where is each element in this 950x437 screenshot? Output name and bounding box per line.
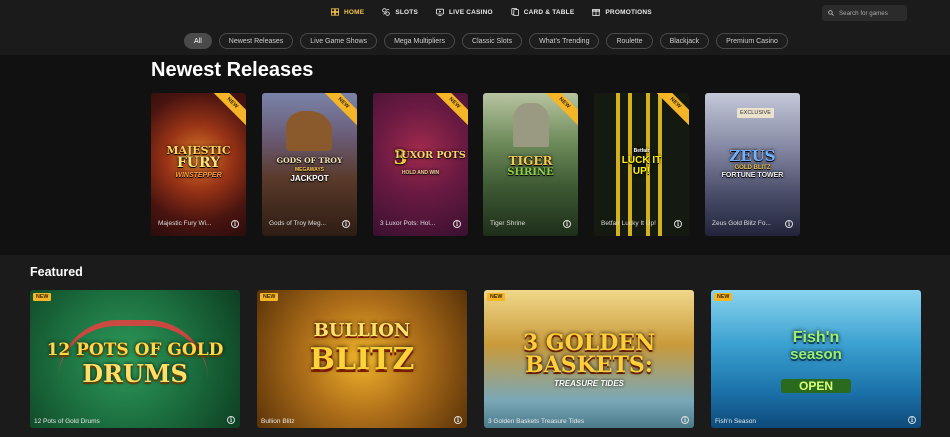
game-logo-line2: season [790, 346, 842, 363]
info-icon[interactable]: i [908, 416, 916, 424]
game-logo-line1: TIGER [508, 154, 553, 168]
game-logo-line2: BASKETS: [525, 352, 653, 378]
info-icon[interactable]: i [674, 220, 682, 228]
featured-tile-fishn-season[interactable]: Fish'n season OPEN NEW Fish'n Season i [711, 290, 921, 428]
nav-card-table[interactable]: CARD & TABLE [511, 8, 575, 16]
game-logo-line2: LUXOR POTS [395, 150, 466, 161]
exclusive-badge: EXCLUSIVE [737, 108, 774, 118]
game-name: 3 Golden Baskets Treasure Tides [488, 418, 585, 425]
game-logo-line3: OPEN [781, 379, 851, 393]
new-badge: NEW [260, 293, 279, 301]
info-icon[interactable]: i [785, 220, 793, 228]
trojan-horse-shape [286, 111, 332, 151]
newest-releases-title: Newest Releases [151, 59, 314, 81]
game-logo-line3: HOLD AND WIN [401, 170, 440, 176]
filter-classic-slots[interactable]: Classic Slots [462, 33, 523, 49]
game-name: Tiger Shrine [490, 220, 526, 227]
filter-all[interactable]: All [184, 33, 212, 49]
game-tile-zeus-gold-blitz[interactable]: EXCLUSIVE ZEUS GOLD BLITZ FORTUNE TOWER … [705, 93, 800, 236]
nav-slots[interactable]: SLOTS [382, 8, 418, 16]
game-logo-line1: BULLION [313, 320, 411, 341]
new-badge: NEW [714, 293, 733, 301]
nav-promotions[interactable]: PROMOTIONS [592, 8, 652, 16]
featured-tile-3-golden-baskets[interactable]: 3 GOLDEN BASKETS: TREASURE TIDES NEW 3 G… [484, 290, 694, 428]
newest-releases-section [0, 55, 950, 255]
game-logo-line2: BLITZ [309, 342, 415, 377]
nav-home[interactable]: HOME [331, 8, 364, 16]
game-logo-line1: GODS OF TROY [276, 156, 343, 165]
nav-live-casino[interactable]: LIVE CASINO [435, 8, 493, 16]
game-name: 3 Luxor Pots: Hol... [380, 220, 436, 227]
game-name: Zeus Gold Blitz Fo... [712, 220, 771, 227]
game-logo-line1: Fish'n [792, 329, 840, 346]
game-logo-line3: UP! [632, 166, 651, 177]
temple-shape [513, 103, 549, 147]
game-logo-line2: LUCK IT [621, 155, 662, 166]
featured-title: Featured [30, 265, 83, 279]
game-logo-line2: FURY [176, 155, 221, 171]
filter-blackjack[interactable]: Blackjack [659, 33, 710, 49]
game-logo-line3: FORTUNE TOWER [721, 172, 784, 179]
category-filters: All Newest Releases Live Game Shows Mega… [184, 33, 788, 49]
game-name: 12 Pots of Gold Drums [34, 418, 100, 425]
new-badge: NEW [487, 293, 506, 301]
search-icon [828, 10, 834, 16]
search-input[interactable] [839, 9, 907, 17]
top-nav: HOME SLOTS LIVE CASINO CARD & TABLE PROM… [0, 0, 950, 28]
game-logo-line1: 12 POTS OF GOLD [46, 340, 224, 360]
nav-home-label: HOME [344, 8, 365, 16]
main-menu: HOME SLOTS LIVE CASINO CARD & TABLE PROM… [331, 8, 670, 16]
filter-roulette[interactable]: Roulette [606, 33, 653, 49]
game-name: Bullion Blitz [261, 418, 295, 425]
game-logo-line2: MEGAWAYS [295, 167, 324, 173]
info-icon[interactable]: i [342, 220, 350, 228]
game-tile-luck-it-up[interactable]: Betfair LUCK IT UP! NEW Betfair Lucky It… [594, 93, 689, 236]
game-tile-majestic-fury[interactable]: MAJESTIC FURY WINSTEPPER NEW Majestic Fu… [151, 93, 246, 236]
filter-mega-multipliers[interactable]: Mega Multipliers [384, 33, 456, 49]
game-name: Majestic Fury Wi... [158, 220, 212, 227]
game-name: Betfair Lucky It Up! [601, 220, 656, 227]
game-name: Fish'n Season [715, 418, 756, 425]
game-logo-line1: ZEUS [729, 147, 776, 165]
game-logo-line1: Betfair [633, 148, 650, 154]
nav-promotions-label: PROMOTIONS [605, 8, 652, 16]
game-tile-gods-of-troy[interactable]: GODS OF TROY MEGAWAYS JACKPOT NEW Gods o… [262, 93, 357, 236]
game-logo-line3: WINSTEPPER [175, 172, 222, 179]
filter-live-game-shows[interactable]: Live Game Shows [300, 33, 378, 49]
filter-premium-casino[interactable]: Premium Casino [716, 33, 788, 49]
info-icon[interactable]: i [563, 220, 571, 228]
slots-icon [382, 8, 391, 16]
nav-slots-label: SLOTS [395, 8, 418, 16]
featured-tile-12-pots-of-gold-drums[interactable]: 12 POTS OF GOLD DRUMS NEW 12 Pots of Gol… [30, 290, 240, 428]
live-casino-icon [435, 8, 444, 16]
game-logo-line2: SHRINE [507, 167, 554, 178]
new-badge: NEW [33, 293, 52, 301]
game-logo-line1: 3 GOLDEN [522, 330, 656, 356]
game-logo-line3: TREASURE TIDES [554, 379, 624, 388]
nav-live-casino-label: LIVE CASINO [448, 8, 493, 16]
game-logo-line3: JACKPOT [290, 174, 329, 183]
info-icon[interactable]: i [681, 416, 689, 424]
game-logo-line2: GOLD BLITZ [734, 165, 771, 171]
game-logo-line2: DRUMS [82, 359, 188, 388]
gift-icon [592, 9, 601, 16]
info-icon[interactable]: i [231, 220, 239, 228]
card-table-icon [511, 8, 519, 16]
game-tile-tiger-shrine[interactable]: TIGER SHRINE NEW Tiger Shrine i [483, 93, 578, 236]
info-icon[interactable]: i [453, 220, 461, 228]
info-icon[interactable]: i [227, 416, 235, 424]
search-box[interactable] [822, 5, 907, 21]
game-name: Gods of Troy Meg... [269, 220, 327, 227]
featured-tile-bullion-blitz[interactable]: BULLION BLITZ NEW Bullion Blitz i [257, 290, 467, 428]
filter-newest-releases[interactable]: Newest Releases [218, 33, 294, 49]
filter-whats-trending[interactable]: What's Trending [529, 33, 600, 49]
nav-card-table-label: CARD & TABLE [523, 8, 575, 16]
info-icon[interactable]: i [454, 416, 462, 424]
game-tile-3-luxor-pots[interactable]: 3 LUXOR POTS HOLD AND WIN NEW 3 Luxor Po… [373, 93, 468, 236]
home-icon [331, 8, 339, 16]
